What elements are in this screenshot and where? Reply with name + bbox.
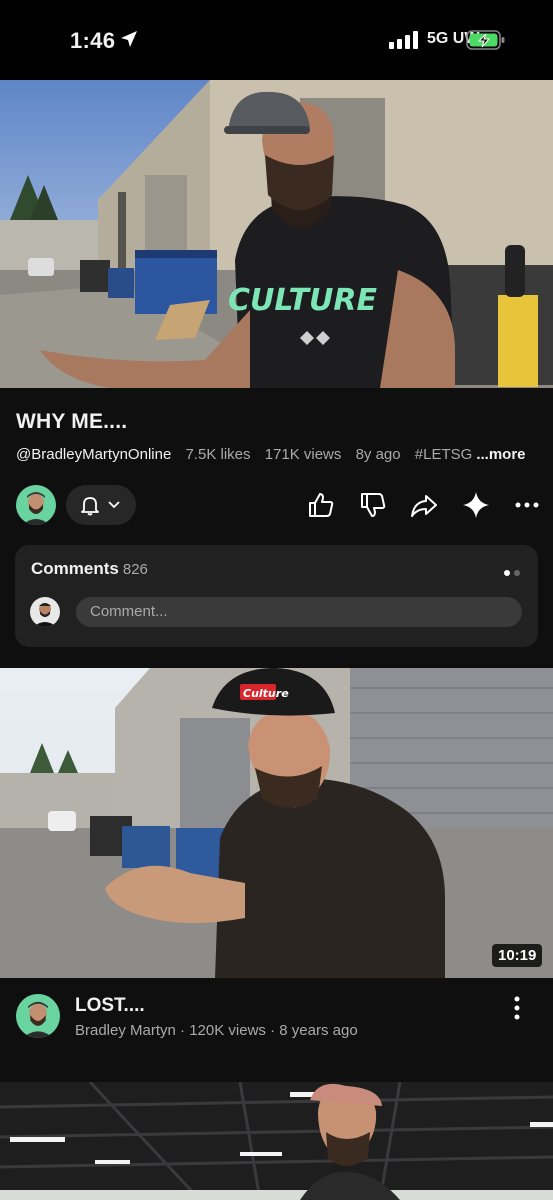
like-count: 7.5K likes: [185, 446, 251, 463]
feed-upload-age: 8 years ago: [279, 1022, 358, 1039]
thumbnail-image: [0, 1082, 553, 1200]
status-time: 1:46: [70, 28, 116, 53]
feed-video-thumbnail[interactable]: Culture: [0, 668, 553, 978]
like-icon[interactable]: [306, 490, 336, 520]
sparkle-icon[interactable]: [461, 490, 491, 520]
chevron-down-icon: [108, 501, 120, 509]
feed-video-meta: Bradley Martyn · 120K views · 8 years ag…: [75, 1022, 358, 1039]
view-count: 171K views: [264, 446, 342, 463]
more-link[interactable]: ...more: [476, 446, 525, 463]
carousel-dots: [500, 563, 520, 581]
shirt-logo: CULTURE: [228, 283, 377, 318]
bell-icon: [81, 497, 99, 516]
hat-logo: Culture: [243, 687, 289, 700]
channel-handle[interactable]: @BradleyMartynOnline: [16, 446, 171, 463]
feed-video-title[interactable]: LOST....: [75, 995, 145, 1017]
video-player[interactable]: CULTURE: [0, 80, 553, 388]
subscription-bell-button[interactable]: [66, 485, 136, 525]
battery-charging-icon: [466, 30, 505, 50]
feed-video-thumbnail[interactable]: [0, 1082, 553, 1200]
signal-icon: [389, 31, 418, 49]
comments-count: 826: [122, 561, 148, 578]
comments-card[interactable]: Comments 826 Comment...: [15, 545, 538, 647]
video-frame: CULTURE: [0, 80, 553, 388]
feed-channel-name[interactable]: Bradley Martyn: [75, 1022, 176, 1039]
video-meta-row[interactable]: @BradleyMartynOnline 7.5K likes 171K vie…: [16, 446, 536, 463]
location-arrow-icon: [121, 31, 137, 47]
channel-avatar[interactable]: [16, 994, 60, 1038]
share-icon[interactable]: [409, 490, 439, 520]
user-avatar: [30, 597, 60, 627]
comment-input[interactable]: Comment...: [76, 597, 522, 627]
feed-view-count: 120K views: [189, 1022, 266, 1039]
video-title[interactable]: WHY ME....: [16, 410, 127, 434]
thumbnail-image: Culture: [0, 668, 553, 978]
more-vertical-icon[interactable]: [505, 995, 529, 1021]
duration-badge: 10:19: [492, 944, 543, 967]
upload-age: 8y ago: [355, 446, 401, 463]
more-horizontal-icon[interactable]: [512, 490, 542, 520]
comments-title: Comments: [31, 559, 119, 578]
dislike-icon[interactable]: [358, 490, 388, 520]
hashtag[interactable]: #LETSG: [415, 446, 473, 463]
status-bar: 1:46 5G UW: [0, 0, 553, 80]
channel-avatar[interactable]: [16, 485, 56, 525]
comments-header: Comments 826: [31, 559, 148, 579]
